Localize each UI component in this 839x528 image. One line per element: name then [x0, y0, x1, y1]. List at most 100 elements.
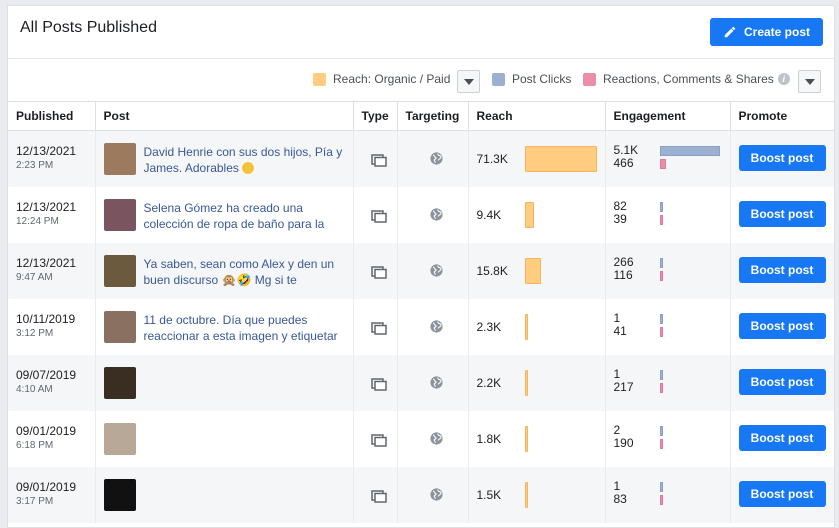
- table-row: 12/13/2021 12:24 PM Selena Gómez ha crea…: [8, 186, 834, 243]
- post-cell[interactable]: [95, 466, 354, 523]
- boost-post-button[interactable]: Boost post: [738, 480, 826, 507]
- page-title: All Posts Published: [20, 19, 157, 36]
- post-thumbnail[interactable]: [103, 143, 136, 175]
- boost-post-button[interactable]: Boost post: [738, 424, 826, 451]
- globe-icon: [430, 319, 443, 333]
- published-date: 09/01/2019: [16, 479, 77, 494]
- pencil-icon: [724, 26, 736, 38]
- post-cell[interactable]: [95, 410, 354, 467]
- post-thumbnail[interactable]: [103, 478, 136, 511]
- targeting-cell: [397, 410, 469, 467]
- table-row: 09/01/2019 6:18 PM 1.8K 2 190 Boost post: [8, 410, 834, 467]
- globe-icon: [430, 207, 443, 221]
- post-cell[interactable]: Selena Gómez ha creado una colección de …: [95, 186, 354, 243]
- column-header-type[interactable]: Type: [353, 101, 398, 131]
- engagement-cell: 5.1K 466: [605, 130, 731, 187]
- promote-cell: Boost post: [730, 187, 834, 243]
- published-cell: 12/13/2021 12:24 PM: [8, 186, 96, 243]
- post-text-link[interactable]: 11 de octubre. Día que puedes reaccionar…: [144, 312, 349, 344]
- multi-photo-icon: [371, 265, 387, 279]
- post-clicks-value: 266: [613, 254, 634, 269]
- engagement-cell: 1 217: [605, 354, 731, 411]
- reactions-bar: [659, 270, 663, 281]
- multi-photo-icon: [371, 209, 387, 223]
- published-date: 12/13/2021: [16, 144, 77, 158]
- column-header-post[interactable]: Post: [95, 101, 354, 131]
- multi-photo-icon: [371, 433, 387, 447]
- post-text-link[interactable]: David Henrie con sus dos hijos, Pía y Ja…: [144, 144, 349, 176]
- published-date: 12/13/2021: [16, 255, 77, 270]
- engagement-cell: 2 190: [605, 410, 731, 467]
- column-header-engagement[interactable]: Engagement: [605, 101, 731, 131]
- column-header-promote[interactable]: Promote: [730, 101, 834, 131]
- published-time: 12:24 PM: [16, 215, 59, 227]
- published-cell: 12/13/2021 2:23 PM: [8, 130, 96, 187]
- info-icon[interactable]: i: [777, 73, 790, 85]
- boost-post-button[interactable]: Boost post: [738, 312, 826, 339]
- reach-value: 71.3K: [476, 152, 508, 166]
- post-text-link[interactable]: Selena Gómez ha creado una colección de …: [144, 200, 349, 232]
- post-cell[interactable]: [95, 354, 354, 411]
- type-cell: [353, 354, 398, 411]
- post-thumbnail[interactable]: [103, 310, 136, 343]
- type-cell: [353, 242, 398, 299]
- post-clicks-bar: [659, 257, 663, 268]
- boost-post-button[interactable]: Boost post: [738, 256, 826, 283]
- boost-post-button[interactable]: Boost post: [738, 145, 826, 171]
- promote-cell: Boost post: [730, 242, 834, 299]
- reach-bar: [524, 481, 528, 508]
- post-thumbnail[interactable]: [103, 422, 136, 455]
- promote-cell: Boost post: [730, 466, 834, 523]
- reach-cell: 1.8K: [468, 410, 606, 467]
- type-cell: [353, 466, 398, 523]
- reach-cell: 9.4K: [468, 186, 606, 243]
- published-time: 3:17 PM: [16, 495, 54, 507]
- globe-icon: [430, 263, 443, 277]
- published-time: 9:47 AM: [16, 271, 53, 283]
- type-cell: [353, 186, 398, 243]
- globe-icon: [430, 375, 443, 389]
- boost-post-button[interactable]: Boost post: [738, 368, 826, 395]
- post-cell[interactable]: Ya saben, sean como Alex y den un buen d…: [95, 242, 354, 299]
- engagement-metric-dropdown[interactable]: [798, 70, 821, 93]
- published-date: 09/07/2019: [16, 367, 77, 382]
- reach-bar: [524, 146, 597, 172]
- clicks-swatch: [492, 72, 505, 86]
- reach-value: 2.3K: [476, 319, 502, 334]
- type-cell: [353, 298, 398, 355]
- promote-cell: Boost post: [730, 299, 834, 355]
- post-cell[interactable]: David Henrie con sus dos hijos, Pía y Ja…: [95, 130, 354, 187]
- table-row: 09/07/2019 4:10 AM 2.2K 1 217 Boost post: [8, 354, 834, 411]
- legend-reactions-label: Reactions, Comments & Shares: [603, 72, 774, 86]
- post-thumbnail[interactable]: [103, 198, 136, 231]
- targeting-cell: [397, 354, 469, 411]
- table-row: 10/11/2019 3:12 PM 11 de octubre. Día qu…: [8, 298, 834, 355]
- reach-metric-dropdown[interactable]: [457, 70, 480, 93]
- column-header-reach[interactable]: Reach: [468, 101, 606, 131]
- published-cell: 12/13/2021 9:47 AM: [8, 242, 96, 299]
- targeting-cell: [397, 466, 469, 523]
- engagement-cell: 1 41: [605, 298, 731, 355]
- column-header-published[interactable]: Published: [8, 101, 96, 131]
- published-date: 12/13/2021: [16, 199, 77, 214]
- published-cell: 10/11/2019 3:12 PM: [8, 298, 96, 355]
- published-time: 2:23 PM: [16, 160, 54, 172]
- post-clicks-bar: [659, 313, 663, 324]
- post-text-link[interactable]: Ya saben, sean como Alex y den un buen d…: [144, 256, 349, 288]
- post-cell[interactable]: 11 de octubre. Día que puedes reaccionar…: [95, 298, 354, 355]
- reactions-bar: [659, 438, 663, 449]
- post-thumbnail[interactable]: [103, 254, 136, 287]
- published-cell: 09/01/2019 3:17 PM: [8, 466, 96, 523]
- published-time: 6:18 PM: [16, 439, 54, 451]
- reactions-value: 41: [613, 323, 627, 338]
- panel-header: All Posts Published Create post: [8, 6, 834, 59]
- posts-table: Published Post Type Targeting Reach Enga…: [8, 101, 834, 523]
- reach-value: 9.4K: [476, 207, 502, 222]
- post-thumbnail[interactable]: [103, 366, 136, 399]
- create-post-button[interactable]: Create post: [710, 18, 823, 46]
- column-header-targeting[interactable]: Targeting: [397, 101, 469, 131]
- published-date: 09/01/2019: [16, 423, 77, 438]
- published-cell: 09/07/2019 4:10 AM: [8, 354, 96, 411]
- legend-clicks-label: Post Clicks: [512, 72, 572, 86]
- boost-post-button[interactable]: Boost post: [738, 200, 826, 227]
